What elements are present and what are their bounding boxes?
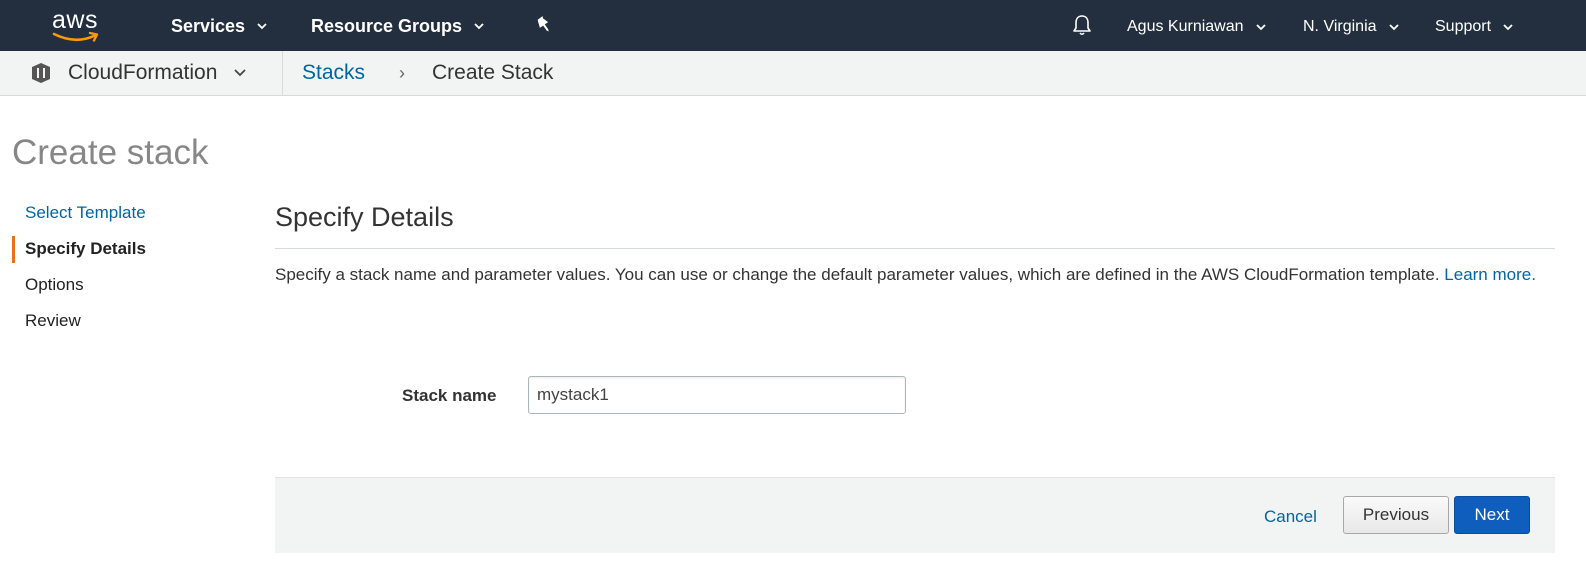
bell-icon[interactable] [1070,13,1094,37]
breadcrumb-current: Create Stack [432,61,554,84]
wizard-steps: Select Template Specify Details Options … [12,200,242,344]
aws-logo[interactable]: aws [50,6,104,46]
support-menu[interactable]: Support [1435,15,1513,39]
chevron-down-icon [1388,24,1399,31]
step-review: Review [25,311,81,330]
description-text: Specify a stack name and parameter value… [275,265,1440,284]
chevron-down-icon [1255,24,1266,31]
stack-name-label: Stack name [402,386,497,405]
aws-smile-icon [52,31,99,42]
service-subnav: CloudFormation Stacks › Create Stack [0,51,1586,96]
section-description: Specify a stack name and parameter value… [275,262,1555,288]
chevron-down-icon [234,69,247,77]
breadcrumb-separator: › [399,63,405,83]
top-navigation-bar: aws Services Resource Groups Agus Kurnia… [0,0,1586,51]
learn-more-link[interactable]: Learn more. [1444,265,1536,284]
section-divider [275,248,1555,249]
chevron-down-icon [257,23,267,30]
chevron-down-icon [1503,24,1513,31]
region-menu[interactable]: N. Virginia [1303,15,1399,39]
chevron-down-icon [474,23,484,30]
service-switcher[interactable]: CloudFormation [68,61,247,85]
step-options: Options [25,275,84,294]
resource-groups-menu[interactable]: Resource Groups [311,14,484,38]
cloudformation-icon [32,63,50,83]
user-label: Agus Kurniawan [1127,18,1244,35]
breadcrumb-stacks-link[interactable]: Stacks [302,61,365,85]
section-title: Specify Details [275,202,454,232]
previous-button[interactable]: Previous [1343,496,1449,534]
step-specify-details: Specify Details [12,236,242,272]
subnav-divider [282,51,283,95]
services-menu[interactable]: Services [171,14,267,38]
support-label: Support [1435,18,1492,35]
page-title: Create stack [12,133,209,172]
wizard-footer: Cancel Previous Next [275,477,1555,553]
service-name: CloudFormation [68,61,218,84]
resource-groups-label: Resource Groups [311,15,463,36]
pin-icon[interactable] [534,15,554,35]
user-menu[interactable]: Agus Kurniawan [1127,15,1266,39]
next-button[interactable]: Next [1454,496,1530,534]
step-select-template[interactable]: Select Template [12,200,242,236]
stack-name-input[interactable] [528,376,906,414]
region-label: N. Virginia [1303,18,1377,35]
cancel-button[interactable]: Cancel [1264,507,1317,527]
services-label: Services [171,15,246,36]
